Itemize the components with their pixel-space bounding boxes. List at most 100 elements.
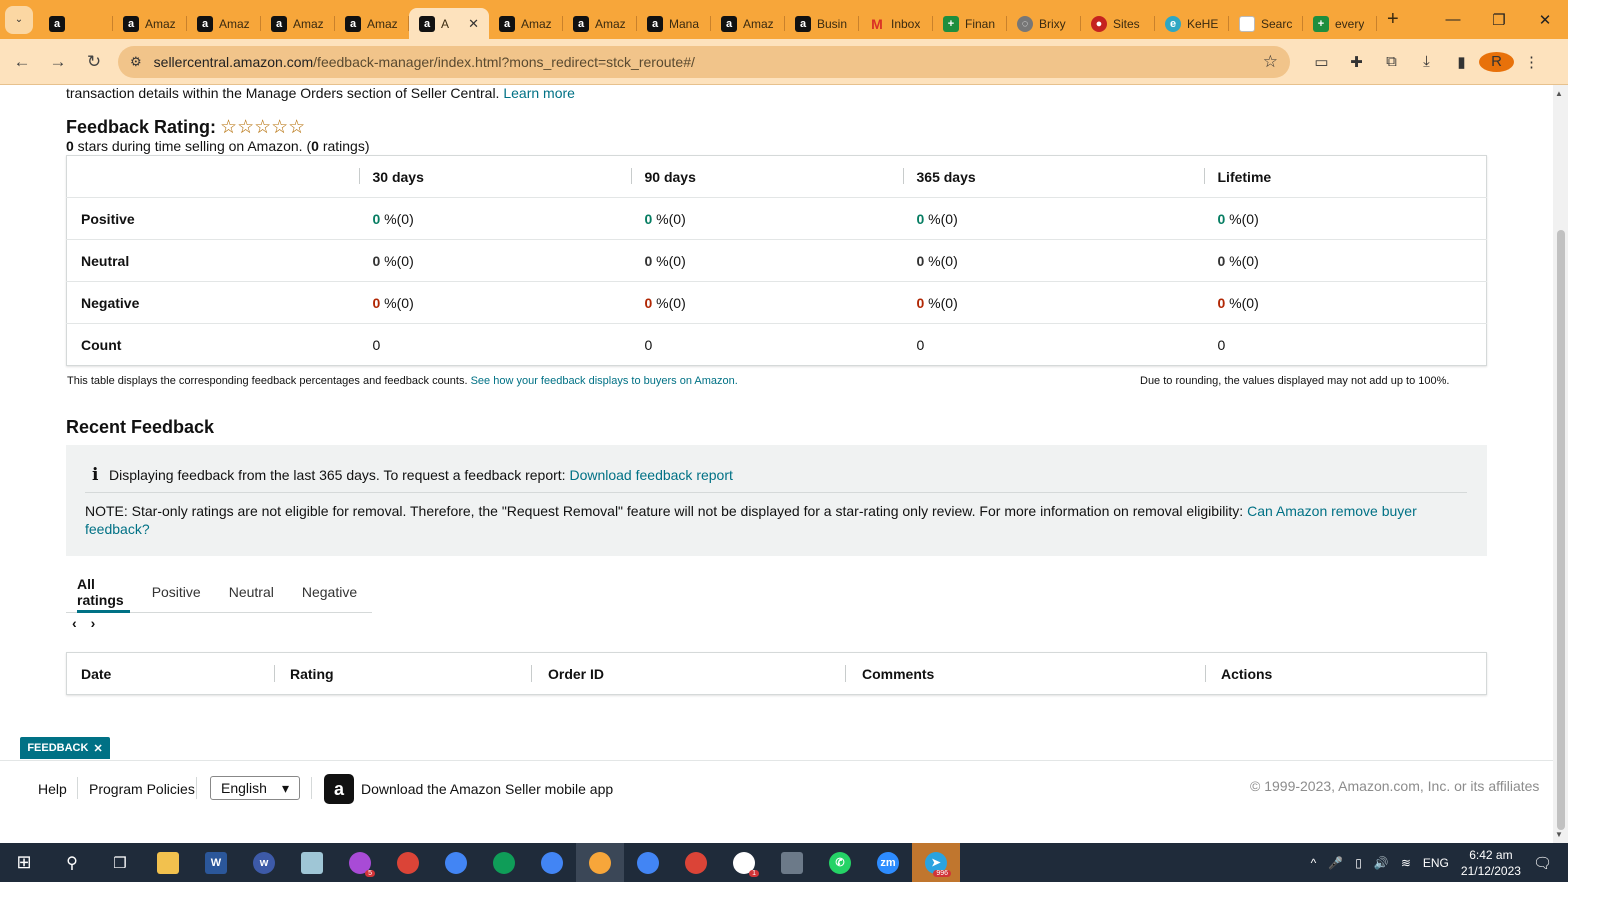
cell-percent: %(0) bbox=[1225, 252, 1259, 269]
minimize-button[interactable]: — bbox=[1430, 0, 1476, 39]
program-policies-link[interactable]: Program Policies bbox=[89, 781, 195, 797]
browser-tab[interactable]: a Amaz bbox=[563, 8, 637, 39]
browser-tab[interactable]: a Mana bbox=[637, 8, 711, 39]
chevron-up-icon[interactable]: ^ bbox=[1311, 856, 1317, 870]
whatsapp-button[interactable]: ✆ bbox=[816, 843, 864, 882]
download-app-link[interactable]: Download the Amazon Seller mobile app bbox=[361, 781, 613, 797]
browser-tab[interactable]: a Amaz bbox=[711, 8, 785, 39]
table-cell: 0 %(0) bbox=[630, 239, 903, 282]
cell-percent: %(0) bbox=[1225, 210, 1259, 227]
browser-tab[interactable]: + Finan bbox=[933, 8, 1007, 39]
tab-all-ratings[interactable]: All ratings bbox=[66, 571, 135, 613]
scroll-down-arrow-icon[interactable]: ▼ bbox=[1555, 830, 1563, 839]
clock[interactable]: 6:42 am 21/12/2023 bbox=[1461, 847, 1521, 879]
browser-tab[interactable]: e KeHE bbox=[1155, 8, 1229, 39]
tab-negative[interactable]: Negative bbox=[291, 571, 368, 612]
browser-tab[interactable]: a Amaz bbox=[261, 8, 335, 39]
recent-feedback-title: Recent Feedback bbox=[66, 417, 215, 437]
extensions-puzzle-icon[interactable]: ⧉ bbox=[1374, 53, 1409, 70]
chrome-button[interactable] bbox=[672, 843, 720, 882]
extension-icon[interactable]: ▭ bbox=[1304, 53, 1339, 71]
microphone-icon[interactable]: 🎤 bbox=[1328, 856, 1343, 870]
wifi-icon[interactable]: ≋ bbox=[1401, 856, 1411, 870]
cell-percent: %(0) bbox=[924, 210, 958, 227]
chevron-down-icon: ▾ bbox=[281, 779, 289, 796]
volume-icon[interactable]: 🔊 bbox=[1374, 856, 1389, 870]
language-select[interactable]: English ▾ bbox=[210, 776, 300, 800]
chrome-button[interactable] bbox=[480, 843, 528, 882]
scrollbar-thumb[interactable] bbox=[1557, 230, 1565, 830]
feedback-badge-button[interactable]: FEEDBACK ✕ bbox=[20, 737, 110, 759]
slack-button[interactable]: 1 bbox=[720, 843, 768, 882]
tab-search-button[interactable]: ⌄ bbox=[5, 5, 33, 34]
search-button[interactable]: ⚲ bbox=[48, 843, 96, 882]
chrome-button[interactable] bbox=[384, 843, 432, 882]
task-view-button[interactable]: ❒ bbox=[96, 843, 144, 882]
table-header-row: 30 days 90 days 365 days Lifetime bbox=[67, 156, 1487, 198]
reload-button[interactable]: ↻ bbox=[76, 44, 112, 80]
column-header: 365 days bbox=[902, 156, 1204, 198]
profile-avatar[interactable]: R bbox=[1479, 51, 1514, 72]
menu-kebab-icon[interactable]: ⋮ bbox=[1514, 53, 1549, 71]
browser-tab[interactable]: a Amaz bbox=[113, 8, 187, 39]
browser-tab[interactable]: a Amaz bbox=[335, 8, 409, 39]
chrome-button[interactable] bbox=[624, 843, 672, 882]
telegram-button[interactable]: ➤ 996 bbox=[912, 843, 960, 882]
browser-tab[interactable]: ◌ Brixy bbox=[1007, 8, 1081, 39]
amazon-seller-app-icon[interactable]: a bbox=[324, 774, 354, 804]
app-button[interactable]: w bbox=[240, 843, 288, 882]
tab-positive[interactable]: Positive bbox=[141, 571, 212, 612]
address-bar[interactable]: ⚙ sellercentral.amazon.com/feedback-mana… bbox=[118, 45, 1290, 78]
cell-percent: 0 bbox=[644, 336, 653, 353]
side-panel-icon[interactable]: ▮ bbox=[1444, 53, 1479, 71]
bookmark-star-icon[interactable]: ☆ bbox=[1263, 52, 1278, 72]
ai-app-button[interactable]: 5 bbox=[336, 843, 384, 882]
site-info-icon[interactable]: ⚙ bbox=[130, 54, 142, 70]
restore-button[interactable]: ❐ bbox=[1476, 0, 1522, 39]
tab-title: Brixy bbox=[1039, 16, 1066, 31]
browser-tab[interactable]: Searc bbox=[1229, 8, 1303, 39]
zoom-button[interactable]: zm bbox=[864, 843, 912, 882]
browser-tab[interactable]: + every bbox=[1303, 8, 1377, 39]
previous-page-icon[interactable]: ‹ bbox=[72, 615, 77, 631]
scroll-up-arrow-icon[interactable]: ▲ bbox=[1555, 89, 1563, 98]
close-icon[interactable]: ✕ bbox=[93, 742, 102, 755]
app-button[interactable] bbox=[288, 843, 336, 882]
back-button[interactable]: ← bbox=[4, 44, 40, 80]
word-button[interactable]: W bbox=[192, 843, 240, 882]
browser-tab[interactable]: a A ✕ bbox=[409, 8, 489, 39]
amazon-icon: a bbox=[499, 15, 515, 32]
language-indicator[interactable]: ENG bbox=[1423, 856, 1449, 870]
table-cell: 0 bbox=[358, 323, 631, 366]
browser-tab[interactable]: a Amaz bbox=[489, 8, 563, 39]
browser-tab[interactable]: ● Sites bbox=[1081, 8, 1155, 39]
close-tab-icon[interactable]: ✕ bbox=[468, 16, 479, 32]
tab-neutral[interactable]: Neutral bbox=[218, 571, 285, 612]
browser-tab[interactable]: M Inbox bbox=[859, 8, 933, 39]
next-page-icon[interactable]: › bbox=[91, 615, 96, 631]
download-report-link[interactable]: Download feedback report bbox=[569, 467, 732, 483]
url-text[interactable]: sellercentral.amazon.com/feedback-manage… bbox=[154, 54, 1251, 70]
notification-icon[interactable]: 🗨 bbox=[1533, 854, 1552, 872]
table-cell: 0 %(0) bbox=[358, 197, 631, 240]
calculator-button[interactable] bbox=[768, 843, 816, 882]
close-window-button[interactable]: ✕ bbox=[1522, 0, 1568, 39]
start-button[interactable]: ⊞ bbox=[0, 843, 48, 882]
learn-more-link[interactable]: Learn more bbox=[503, 85, 575, 101]
browser-tab[interactable]: a Busin bbox=[785, 8, 859, 39]
new-tab-button[interactable]: + bbox=[1387, 8, 1399, 31]
chrome-button[interactable] bbox=[528, 843, 576, 882]
file-explorer-button[interactable] bbox=[144, 843, 192, 882]
task-view-icon: ❒ bbox=[113, 854, 127, 872]
battery-icon[interactable]: ▯ bbox=[1355, 856, 1362, 870]
help-link[interactable]: Help bbox=[38, 781, 67, 797]
buyer-display-link[interactable]: See how your feedback displays to buyers… bbox=[471, 375, 738, 387]
page-scrollbar[interactable]: ▲ ▼ bbox=[1553, 85, 1568, 843]
chrome-button-active[interactable] bbox=[576, 843, 624, 882]
forward-button[interactable]: → bbox=[40, 44, 76, 80]
extension-icon[interactable]: ✚ bbox=[1339, 53, 1374, 71]
browser-tab[interactable]: a bbox=[39, 8, 113, 39]
chrome-button[interactable] bbox=[432, 843, 480, 882]
download-icon[interactable]: ⤓ bbox=[1409, 53, 1444, 70]
browser-tab[interactable]: a Amaz bbox=[187, 8, 261, 39]
